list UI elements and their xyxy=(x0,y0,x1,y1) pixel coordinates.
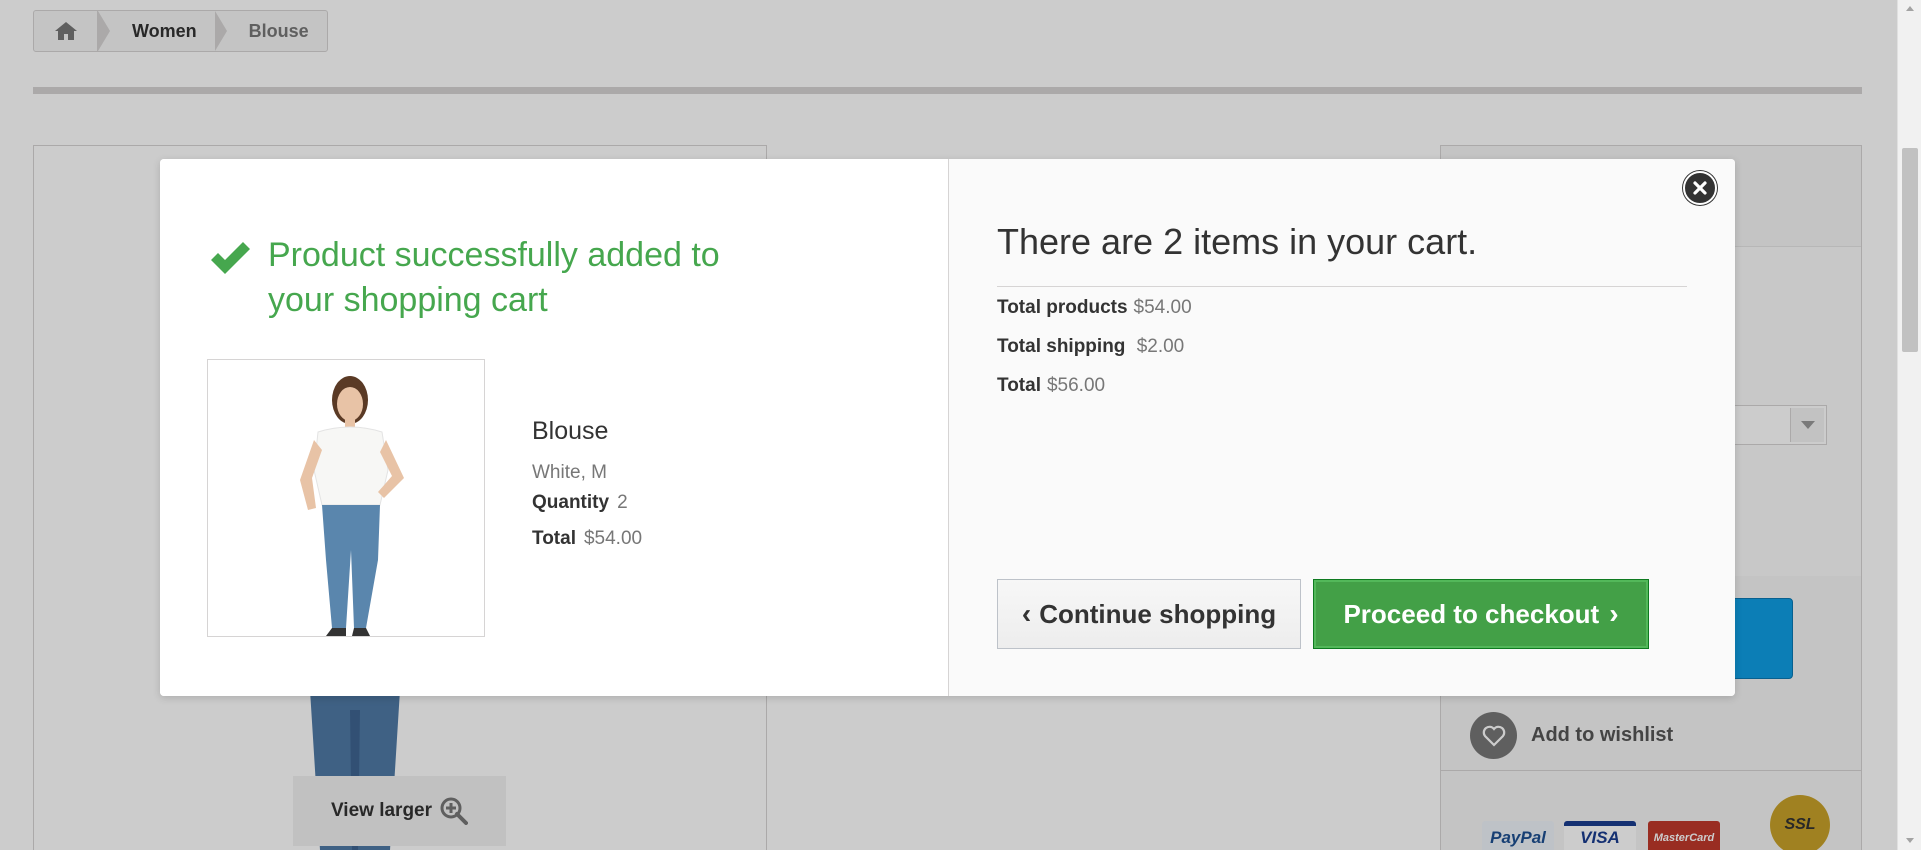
continue-shopping-button[interactable]: ‹ Continue shopping xyxy=(997,579,1301,649)
cart-modal: Product successfully added to your shopp… xyxy=(160,159,1735,696)
product-details: Blouse White, M Quantity 2 Total $54.00 xyxy=(532,417,642,564)
total-products-line: Total products $54.00 xyxy=(997,297,1192,319)
product-photo xyxy=(208,360,484,636)
total-products-label: Total products xyxy=(997,297,1128,318)
scroll-down-icon[interactable] xyxy=(1898,830,1921,850)
chevron-left-icon: ‹ xyxy=(1021,598,1032,629)
close-modal-button[interactable] xyxy=(1683,171,1717,205)
product-total: Total $54.00 xyxy=(532,528,642,550)
chevron-right-icon: › xyxy=(1609,598,1619,629)
product-total-value: $54.00 xyxy=(583,528,643,549)
success-title: Product successfully added to your shopp… xyxy=(268,236,720,319)
product-attributes: White, M xyxy=(532,462,607,483)
check-icon xyxy=(211,242,250,274)
scroll-up-icon[interactable] xyxy=(1898,0,1921,20)
total-products-value: $54.00 xyxy=(1133,297,1192,318)
cart-count-heading: There are 2 items in your cart. xyxy=(997,221,1478,262)
cart-total-line: Total $56.00 xyxy=(997,375,1105,397)
scrollbar-thumb[interactable] xyxy=(1902,148,1918,352)
continue-shopping-label: Continue shopping xyxy=(1039,598,1277,629)
divider xyxy=(997,286,1687,287)
proceed-to-checkout-button[interactable]: Proceed to checkout › xyxy=(1313,579,1649,649)
total-shipping-line: Total shipping $2.00 xyxy=(997,336,1184,358)
product-name: Blouse xyxy=(532,417,609,445)
product-quantity: Quantity 2 xyxy=(532,492,642,514)
cart-total-label: Total xyxy=(997,375,1041,396)
product-thumbnail xyxy=(207,359,485,637)
cart-total-value: $56.00 xyxy=(1046,375,1106,396)
close-icon xyxy=(1693,181,1707,195)
proceed-to-checkout-label: Proceed to checkout xyxy=(1343,598,1600,629)
cart-modal-product-panel: Product successfully added to your shopp… xyxy=(160,159,948,696)
quantity-value: 2 xyxy=(617,492,628,513)
product-total-label: Total xyxy=(532,528,576,549)
total-shipping-label: Total shipping xyxy=(997,336,1126,357)
quantity-label: Quantity xyxy=(532,492,610,513)
page-scrollbar[interactable] xyxy=(1897,0,1921,850)
total-shipping-value: $2.00 xyxy=(1136,336,1185,357)
cart-modal-summary-panel: There are 2 items in your cart. Total pr… xyxy=(948,159,1735,696)
success-message: Product successfully added to your shopp… xyxy=(208,233,788,323)
